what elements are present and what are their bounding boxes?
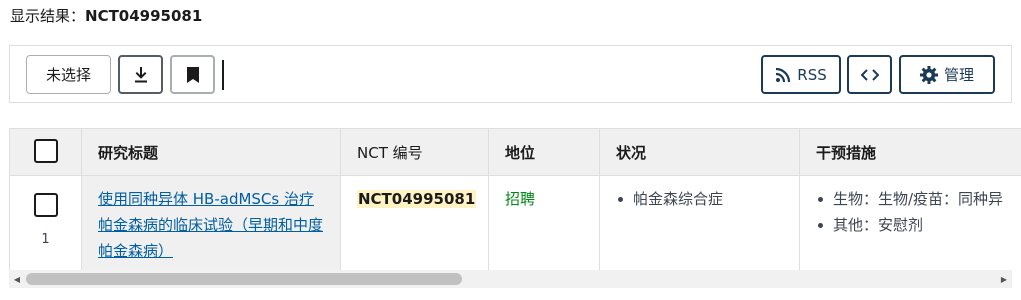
- condition-item: 帕金森综合症: [616, 186, 783, 212]
- horizontal-scrollbar[interactable]: ◀ ▶: [9, 270, 1012, 288]
- manage-button[interactable]: 管理: [899, 55, 995, 94]
- row-checkbox[interactable]: [33, 193, 58, 217]
- table-header-row: 研究标题 NCT 编号 地位 状况 干预措施: [9, 128, 1021, 176]
- scroll-left-icon[interactable]: ◀: [9, 270, 25, 288]
- header-title[interactable]: 研究标题: [81, 128, 341, 176]
- status-cell: 招聘: [488, 175, 600, 270]
- results-table-container: 研究标题 NCT 编号 地位 状况 干预措施 1 使用同种异体 HB-adMSC…: [9, 128, 1021, 270]
- rss-button[interactable]: RSS: [761, 55, 841, 94]
- rss-icon: [775, 67, 791, 83]
- header-interventions[interactable]: 干预措施: [799, 128, 1021, 176]
- unselect-button[interactable]: 未选择: [26, 55, 111, 94]
- conditions-list: 帕金森综合症: [616, 186, 783, 212]
- bookmark-icon: [186, 66, 200, 84]
- results-summary: 显示结果：NCT04995081: [10, 6, 202, 26]
- unselect-label: 未选择: [45, 66, 91, 84]
- download-icon: [133, 66, 149, 84]
- results-value: NCT04995081: [85, 7, 203, 25]
- row-select-cell: 1: [9, 175, 82, 270]
- intervention-item: 生物：生物/疫苗：同种异: [816, 186, 1021, 212]
- study-title-cell: 使用同种异体 HB-adMSCs 治疗帕金森病的临床试验（早期和中度帕金森病）: [81, 175, 341, 270]
- row-number: 1: [41, 232, 50, 247]
- header-nct[interactable]: NCT 编号: [340, 128, 489, 176]
- download-button[interactable]: [118, 55, 163, 94]
- select-all-header: [9, 128, 82, 176]
- embed-code-button[interactable]: [847, 55, 892, 94]
- nct-number: NCT04995081: [357, 190, 477, 208]
- gear-icon: [919, 65, 938, 84]
- conditions-cell: 帕金森综合症: [599, 175, 800, 270]
- bookmark-button[interactable]: [170, 55, 215, 94]
- interventions-cell: 生物：生物/疫苗：同种异 其他：安慰剂: [799, 175, 1021, 270]
- study-title-link[interactable]: 使用同种异体 HB-adMSCs 治疗帕金森病的临床试验（早期和中度帕金森病）: [98, 190, 323, 260]
- select-all-checkbox[interactable]: [33, 139, 58, 163]
- nct-cell: NCT04995081: [340, 175, 489, 270]
- table-toolbar: 未选择 RSS 管理: [9, 45, 1012, 103]
- status-badge: 招聘: [505, 190, 536, 208]
- table-row: 1 使用同种异体 HB-adMSCs 治疗帕金森病的临床试验（早期和中度帕金森病…: [9, 175, 1021, 270]
- header-conditions[interactable]: 状况: [599, 128, 800, 176]
- results-label: 显示结果：: [10, 7, 86, 25]
- results-table: 研究标题 NCT 编号 地位 状况 干预措施 1 使用同种异体 HB-adMSC…: [9, 128, 1021, 270]
- interventions-list: 生物：生物/疫苗：同种异 其他：安慰剂: [816, 186, 1021, 238]
- intervention-item: 其他：安慰剂: [816, 212, 1021, 238]
- manage-label: 管理: [943, 66, 974, 84]
- code-brackets-icon: [860, 68, 879, 81]
- rss-label: RSS: [797, 65, 827, 84]
- header-status[interactable]: 地位: [488, 128, 600, 176]
- scroll-right-icon[interactable]: ▶: [996, 270, 1012, 288]
- scrollbar-thumb[interactable]: [26, 273, 462, 285]
- toolbar-divider: [222, 60, 224, 90]
